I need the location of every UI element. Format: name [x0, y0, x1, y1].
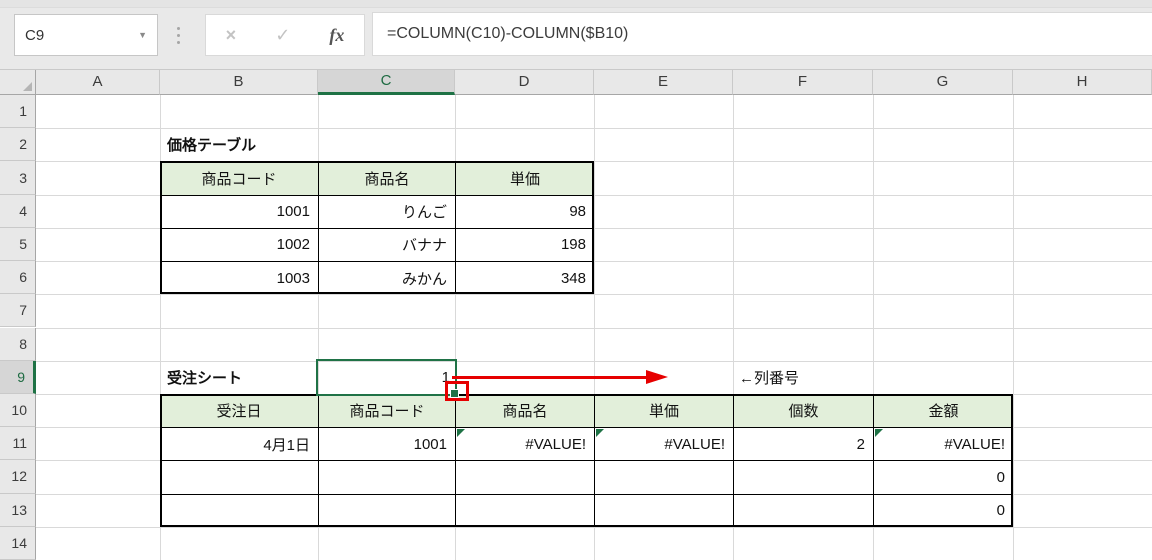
- worksheet-overlays: 価格テーブル 受注シート 1 ←列番号: [0, 0, 1152, 560]
- spreadsheet-window: C9 ▼ × ✓ fx =COLUMN(C10)-COLUMN($B10) AB…: [0, 0, 1152, 560]
- red-arrow-head-icon: [646, 370, 668, 384]
- red-highlight-box: [445, 381, 469, 401]
- red-arrow-line: [452, 376, 648, 379]
- price-table-title-cell[interactable]: 価格テーブル: [167, 128, 256, 161]
- selected-cell-value[interactable]: 1: [320, 361, 450, 394]
- column-number-annotation-cell[interactable]: ←列番号: [739, 361, 799, 394]
- order-sheet-title-cell[interactable]: 受注シート: [167, 361, 242, 394]
